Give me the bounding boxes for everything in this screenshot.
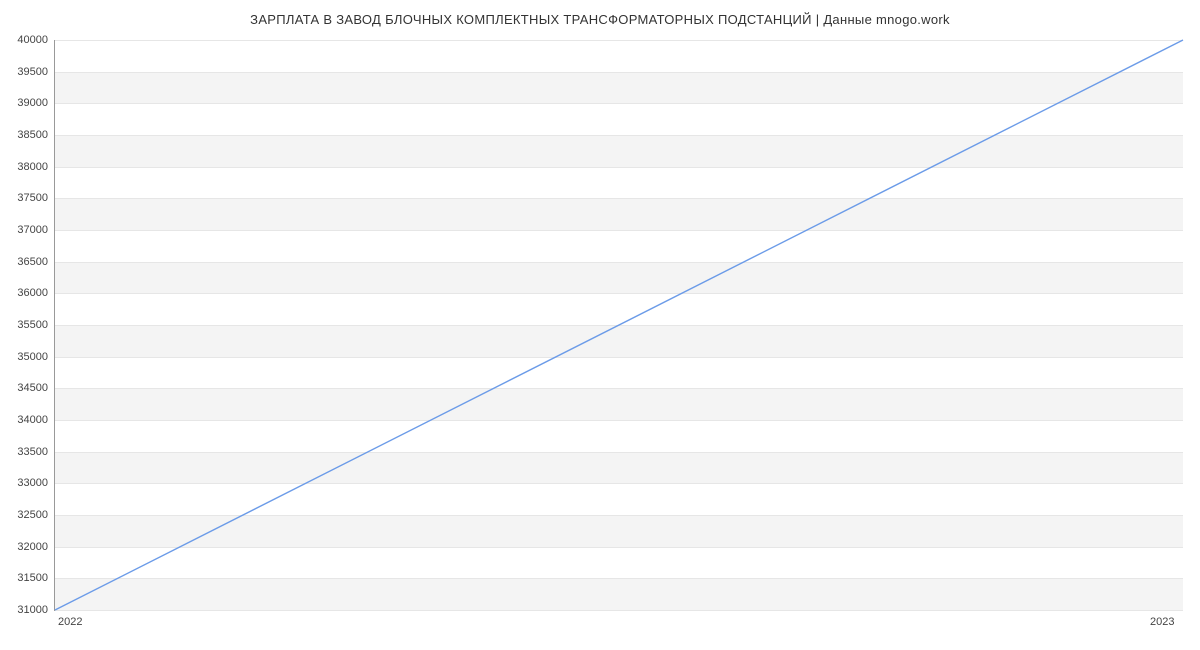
plot-area	[54, 40, 1183, 611]
y-tick-label: 38000	[4, 161, 48, 173]
y-tick-label: 34500	[4, 382, 48, 394]
y-tick-label: 31000	[4, 604, 48, 616]
y-tick-label: 37000	[4, 224, 48, 236]
y-tick-label: 35000	[4, 351, 48, 363]
y-tick-label: 39000	[4, 97, 48, 109]
gridline	[55, 610, 1183, 611]
y-tick-label: 31500	[4, 572, 48, 584]
y-tick-label: 40000	[4, 34, 48, 46]
y-tick-label: 36500	[4, 256, 48, 268]
x-tick-label: 2022	[58, 616, 82, 628]
y-tick-label: 32000	[4, 541, 48, 553]
y-tick-label: 38500	[4, 129, 48, 141]
y-tick-label: 34000	[4, 414, 48, 426]
line-svg	[55, 40, 1183, 610]
y-tick-label: 32500	[4, 509, 48, 521]
y-tick-label: 33000	[4, 477, 48, 489]
y-tick-label: 36000	[4, 287, 48, 299]
y-tick-label: 37500	[4, 192, 48, 204]
chart-title: ЗАРПЛАТА В ЗАВОД БЛОЧНЫХ КОМПЛЕКТНЫХ ТРА…	[0, 0, 1200, 27]
data-line	[55, 40, 1183, 610]
y-tick-label: 39500	[4, 66, 48, 78]
y-tick-label: 33500	[4, 446, 48, 458]
x-tick-label: 2023	[1150, 616, 1174, 628]
y-tick-label: 35500	[4, 319, 48, 331]
